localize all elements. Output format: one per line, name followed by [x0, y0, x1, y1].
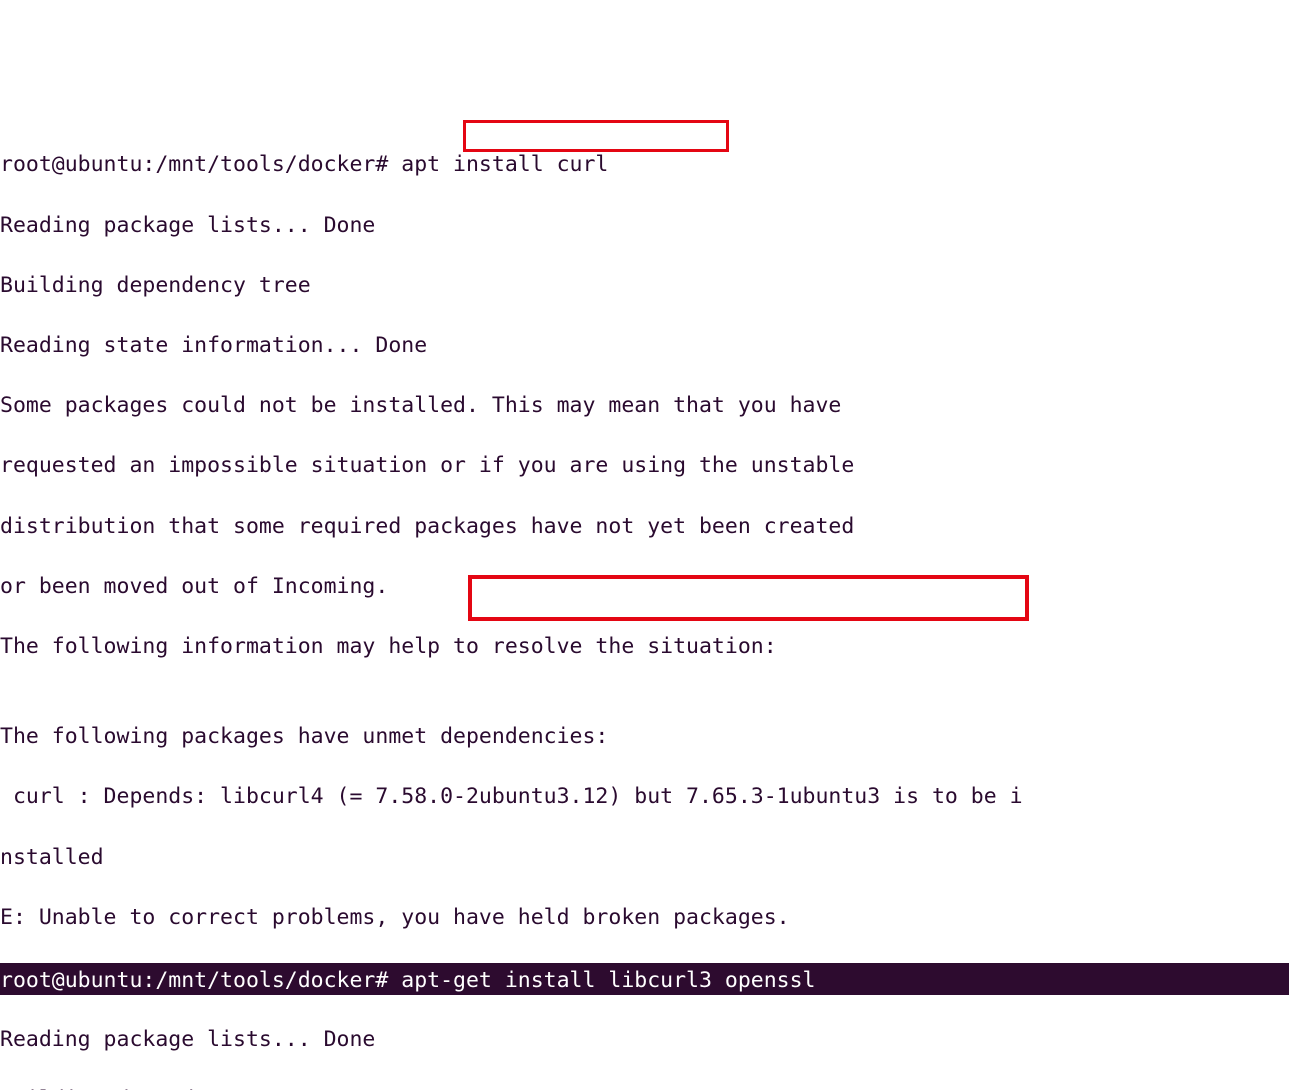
terminal-output: E: Unable to correct problems, you have … [0, 903, 1289, 933]
terminal-output: curl : Depends: libcurl4 (= 7.58.0-2ubun… [0, 782, 1289, 812]
terminal-output: Reading state information... Done [0, 331, 1289, 361]
highlight-annotation [463, 120, 729, 152]
terminal-output: or been moved out of Incoming. [0, 572, 1289, 602]
terminal-output: requested an impossible situation or if … [0, 451, 1289, 481]
terminal-output: Reading package lists... Done [0, 1025, 1289, 1055]
terminal-output: nstalled [0, 843, 1289, 873]
terminal-output: Building dependency tree [0, 271, 1289, 301]
terminal-prompt: root@ubuntu:/mnt/tools/docker# [0, 152, 388, 177]
terminal-window[interactable]: root@ubuntu:/mnt/tools/docker# apt insta… [0, 120, 1289, 665]
terminal-output: distribution that some required packages… [0, 512, 1289, 542]
terminal-output: The following packages have unmet depend… [0, 722, 1289, 752]
terminal-output: Building dependency tree [0, 1085, 1289, 1090]
terminal-output: Reading package lists... Done [0, 211, 1289, 241]
terminal-output: The following information may help to re… [0, 632, 1289, 662]
terminal-command: apt install curl [388, 152, 608, 177]
terminal-prompt: root@ubuntu:/mnt/tools/docker# [0, 968, 388, 993]
terminal-output: Some packages could not be installed. Th… [0, 391, 1289, 421]
terminal-command: apt-get install libcurl3 openssl [388, 968, 815, 993]
